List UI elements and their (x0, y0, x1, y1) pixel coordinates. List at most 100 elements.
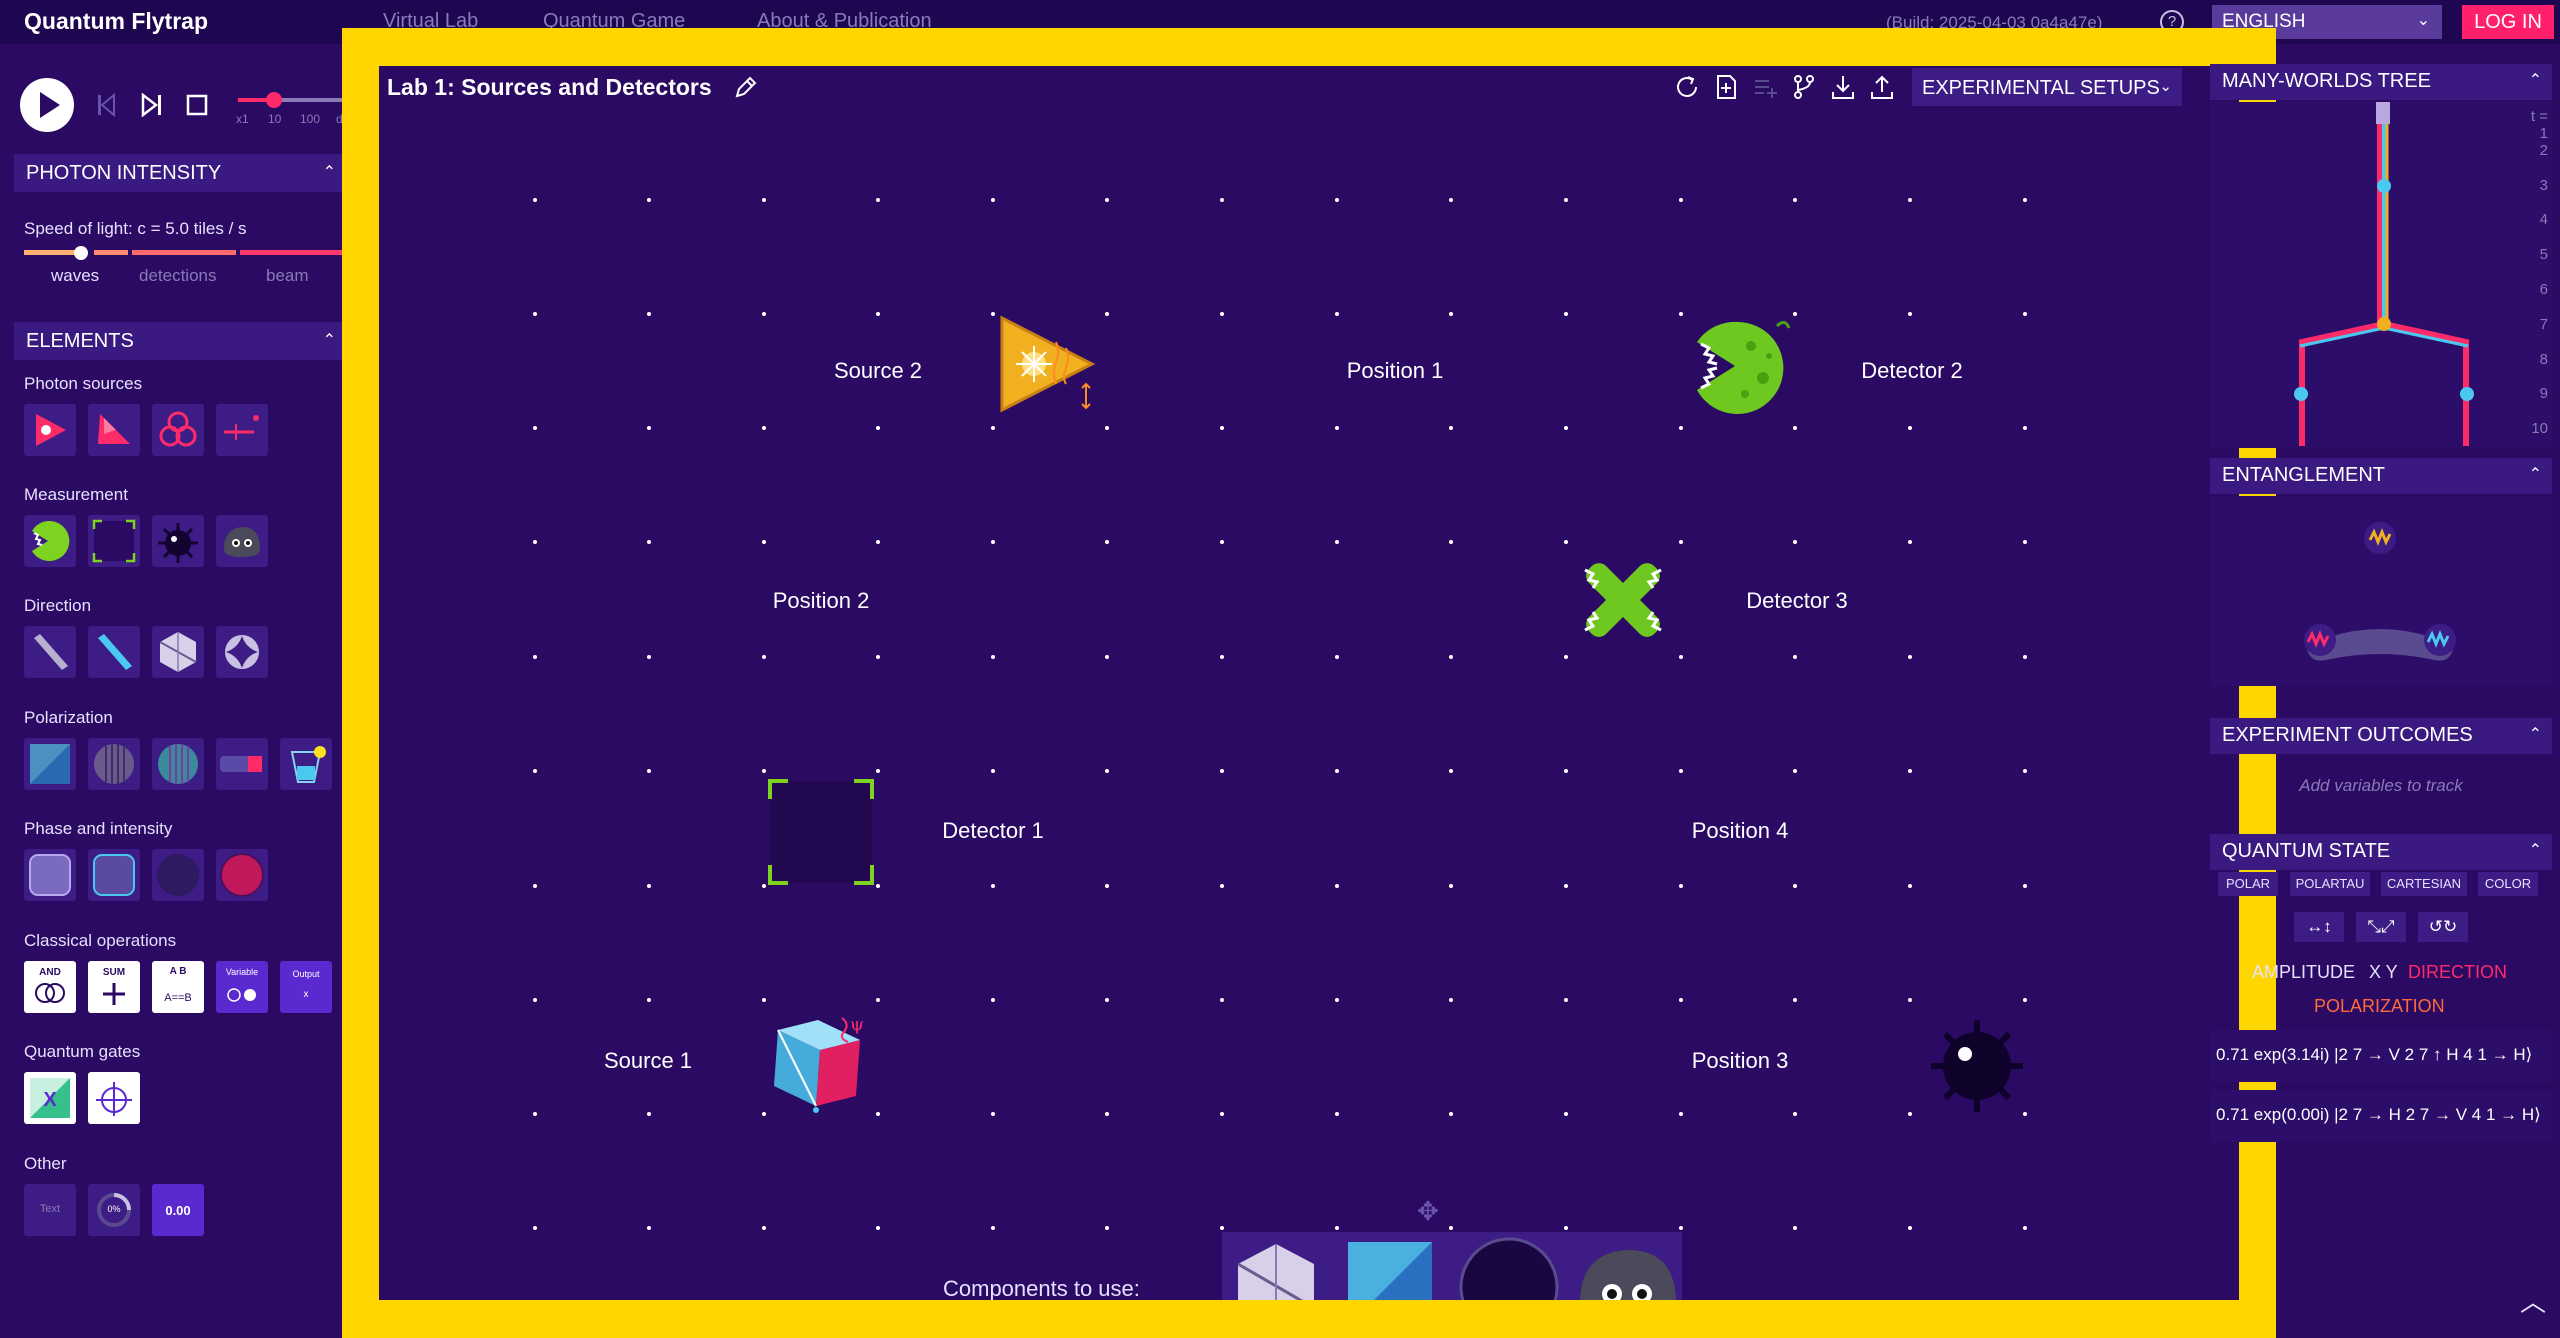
grid-dot (991, 540, 995, 544)
grid-dot (2023, 1226, 2027, 1230)
rotate-icon[interactable]: ↺↻ (2418, 912, 2468, 942)
reset-icon[interactable] (1672, 72, 1702, 102)
flytrap-detector-3-closed[interactable] (1575, 552, 1671, 648)
and-gate-icon[interactable]: AND (24, 961, 76, 1013)
direction-toggle-icon[interactable]: ↔↕ (2294, 912, 2344, 942)
tab-polar[interactable]: POLAR (2218, 872, 2278, 896)
faraday-rotator-icon[interactable] (216, 738, 268, 790)
mirror-icon[interactable] (24, 626, 76, 678)
step-back-icon[interactable] (96, 92, 116, 118)
grid-dot (1564, 1226, 1568, 1230)
mode-detections[interactable]: detections (139, 266, 217, 286)
camera-detector-icon[interactable] (88, 515, 140, 567)
experiment-outcomes-header[interactable]: EXPERIMENT OUTCOMES ⌃ (2210, 718, 2552, 754)
filter-icon[interactable] (216, 849, 268, 901)
polarizer-icon[interactable] (1348, 1242, 1432, 1300)
rock-icon[interactable] (1574, 1240, 1682, 1300)
app-root: Quantum Flytrap Virtual Lab Quantum Game… (0, 0, 2560, 1338)
upload-icon[interactable] (1867, 72, 1897, 102)
flytrap-detector-2[interactable] (1689, 316, 1793, 420)
laser-source-2[interactable] (996, 312, 1100, 416)
tab-color[interactable]: COLOR (2478, 872, 2538, 896)
speed-slider-knob[interactable] (266, 92, 282, 108)
absorber-icon[interactable] (152, 849, 204, 901)
polarizing-beam-splitter-icon[interactable] (1232, 1238, 1320, 1300)
polarized-source-icon[interactable] (88, 404, 140, 456)
elements-header[interactable]: ELEMENTS ⌃ (14, 322, 342, 360)
mode-slider-knob[interactable] (74, 246, 88, 260)
rock-icon[interactable] (216, 515, 268, 567)
grid-dot (533, 998, 537, 1002)
sugar-solution-icon[interactable] (280, 738, 332, 790)
mode-beam[interactable]: beam (266, 266, 309, 286)
corner-cube-icon[interactable] (216, 626, 268, 678)
grid-dot (1105, 312, 1109, 316)
brand-logo[interactable]: Quantum Flytrap (24, 8, 208, 35)
experimental-setups-dropdown[interactable]: EXPERIMENTAL SETUPS ⌄ (1912, 68, 2182, 106)
phase-plate-icon[interactable] (24, 849, 76, 901)
branch-icon[interactable] (1789, 72, 1819, 102)
new-setup-icon[interactable] (1711, 72, 1741, 102)
entanglement-header[interactable]: ENTANGLEMENT ⌃ (2210, 458, 2552, 494)
mode-slider-segment-detections[interactable] (132, 250, 236, 255)
grid-dot (1335, 198, 1339, 202)
mode-slider-segment-mid[interactable] (94, 250, 128, 255)
scroll-top-icon[interactable]: ︿ (2520, 1282, 2546, 1319)
counter-icon[interactable]: 0% (88, 1184, 140, 1236)
mode-waves[interactable]: waves (51, 266, 99, 286)
mode-slider-segment-beam[interactable] (240, 250, 342, 255)
grid-dot (1564, 884, 1568, 888)
phase-plate-tunable-icon[interactable] (88, 849, 140, 901)
grid-dot (1335, 1226, 1339, 1230)
photon-intensity-header[interactable]: PHOTON INTENSITY ⌃ (14, 154, 342, 192)
text-box-icon[interactable]: Text (24, 1184, 76, 1236)
step-forward-icon[interactable] (140, 92, 164, 118)
grid-dot (1449, 426, 1453, 430)
many-worlds-tree-header[interactable]: MANY-WORLDS TREE ⌃ (2210, 64, 2552, 100)
state-row[interactable]: 0.71 exp(3.14i) |2 7 → V 2 7 ↑ H 4 1 → H… (2210, 1030, 2552, 1082)
grid-dot (1564, 426, 1568, 430)
cnot-gate-icon[interactable] (88, 1072, 140, 1124)
grid-dot (762, 769, 766, 773)
grid-dot (2023, 312, 2027, 316)
label-detector-2: Detector 2 (1861, 358, 1963, 383)
output-icon[interactable]: Output x (280, 961, 332, 1013)
state-row[interactable]: 0.71 exp(0.00i) |2 7 → H 2 7 → V 4 1 → H… (2210, 1090, 2552, 1142)
variable-icon[interactable]: Variable (216, 961, 268, 1013)
beam-splitter-icon[interactable] (88, 626, 140, 678)
lab-canvas[interactable]: Lab 1: Sources and Detectors EXPERIMENTA… (379, 66, 2239, 1300)
polarizer-icon[interactable] (24, 738, 76, 790)
value-display-icon[interactable]: 0.00 (152, 1184, 204, 1236)
label-position-1: Position 1 (1346, 358, 1444, 383)
entangled-source-icon[interactable] (152, 404, 204, 456)
vertical-polarizer-icon[interactable] (88, 738, 140, 790)
camera-detector-1[interactable] (764, 775, 878, 889)
grid-dot (991, 655, 995, 659)
move-icon[interactable]: ✥ (1417, 1196, 1439, 1227)
absorber-icon[interactable] (1458, 1236, 1560, 1300)
edit-pencil-icon[interactable] (731, 74, 759, 102)
tab-cartesian[interactable]: CARTESIAN (2381, 872, 2467, 896)
mine-icon[interactable] (152, 515, 204, 567)
stop-icon[interactable] (186, 94, 208, 116)
grid-dot (991, 769, 995, 773)
mine[interactable] (1925, 1014, 2029, 1118)
many-worlds-tree[interactable] (2210, 102, 2552, 448)
sum-gate-icon[interactable]: SUM (88, 961, 140, 1013)
quantum-state-header[interactable]: QUANTUM STATE ⌃ (2210, 834, 2552, 870)
grid-dot (1220, 540, 1224, 544)
list-add-icon[interactable] (1750, 72, 1780, 102)
comparator-icon[interactable]: A B A==B (152, 961, 204, 1013)
pulsed-source-icon[interactable] (216, 404, 268, 456)
download-icon[interactable] (1828, 72, 1858, 102)
polarized-source-1[interactable]: ψ (764, 1010, 872, 1118)
quarter-wave-plate-icon[interactable] (152, 738, 204, 790)
login-button[interactable]: LOG IN (2462, 5, 2554, 39)
polarizing-beam-splitter-icon[interactable] (152, 626, 204, 678)
expand-icon[interactable]: ⤡⤢ (2356, 912, 2406, 942)
flytrap-detector-icon[interactable] (24, 515, 76, 567)
play-icon[interactable] (20, 78, 74, 132)
laser-icon[interactable] (24, 404, 76, 456)
x-gate-icon[interactable]: X (24, 1072, 76, 1124)
tab-polartau[interactable]: POLARTAU (2290, 872, 2370, 896)
